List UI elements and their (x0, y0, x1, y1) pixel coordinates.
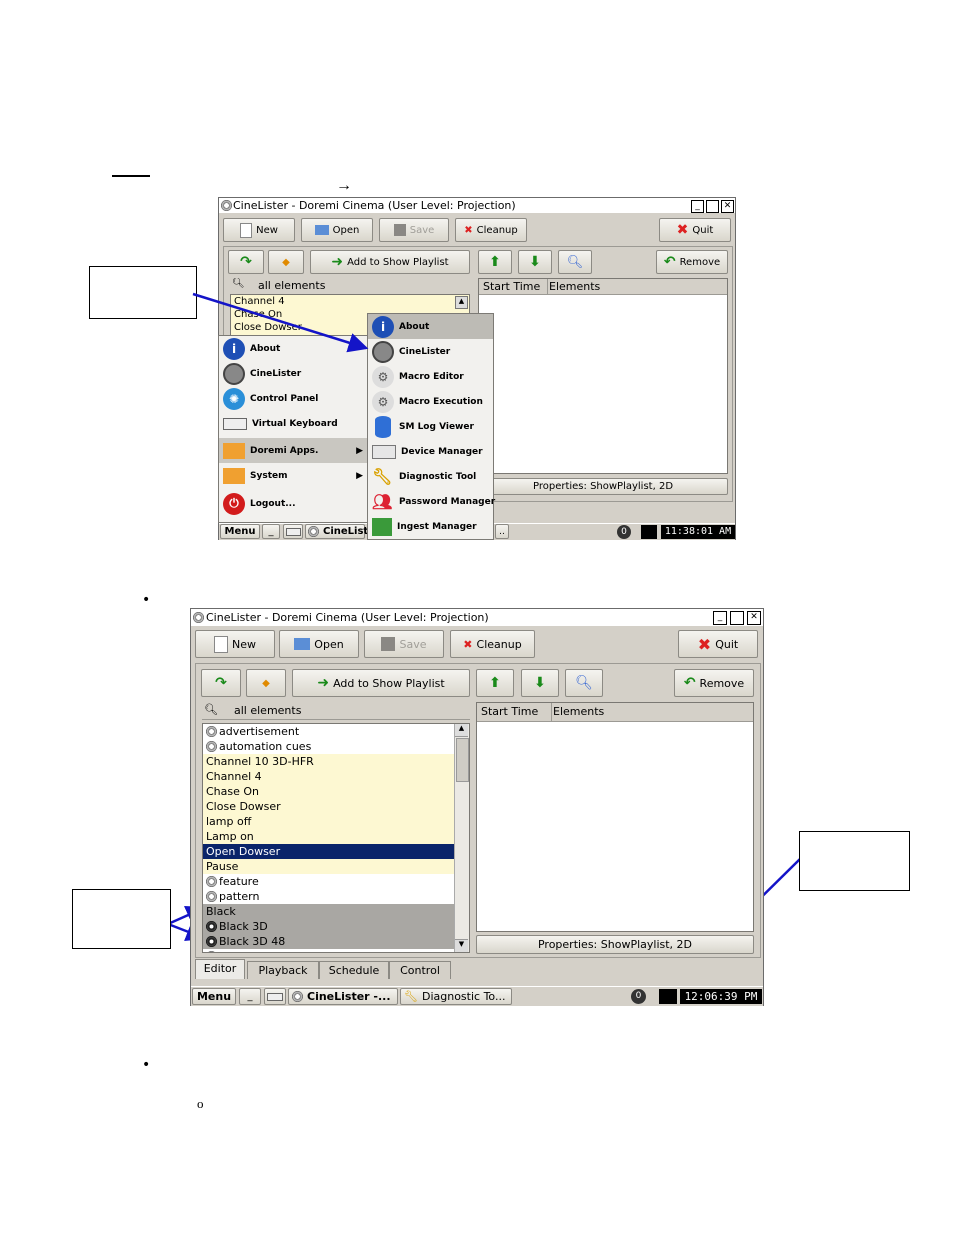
close-icon[interactable]: ✕ (747, 611, 761, 625)
list-item[interactable]: Channel 10 3D-HFR (203, 754, 455, 769)
quit-icon: ✖ (697, 634, 712, 654)
remove-icon: ↶ (683, 675, 696, 691)
cleanup-icon: ✖ (463, 637, 473, 651)
move-up-button[interactable]: ⬆ (476, 669, 514, 697)
quit-button[interactable]: ✖ Quit (678, 630, 758, 658)
wrench-icon: 🔧︎ (404, 990, 418, 1003)
list-item[interactable]: Lamp on (203, 829, 455, 844)
list-item[interactable]: pattern (203, 889, 455, 904)
delete-element-icon: ◆ (262, 677, 270, 689)
new-button[interactable]: New (195, 630, 275, 658)
reel-icon (206, 921, 217, 932)
tab-editor[interactable]: Editor (195, 959, 245, 979)
window-titlebar: CineLister - Doremi Cinema (User Level: … (191, 609, 763, 626)
taskbar: Menu _ CineLister -... 🔧︎ Diagnostic To..… (191, 986, 763, 1006)
add-to-show-playlist-button[interactable]: ➜ Add to Show Playlist (292, 669, 470, 697)
list-item[interactable]: Black (203, 904, 455, 919)
tray-block (659, 989, 677, 1004)
elements-list-rows: advertisement automation cues Channel 10 3… (203, 724, 455, 952)
maximize-icon[interactable] (730, 611, 744, 625)
list-item[interactable]: advertisement (203, 724, 455, 739)
remove-button[interactable]: ↶ Remove (674, 669, 754, 697)
properties-button[interactable]: Properties: ShowPlaylist, 2D (476, 935, 754, 954)
taskbar-diagnostic-tool[interactable]: 🔧︎ Diagnostic To... (400, 988, 512, 1005)
list-item[interactable]: feature (203, 874, 455, 889)
window-title: CineLister - Doremi Cinema (User Level: … (206, 611, 489, 624)
keyboard-button[interactable] (264, 988, 286, 1005)
arrow-up-icon: ⬆ (489, 675, 501, 691)
folder-icon (294, 638, 311, 650)
list-item[interactable]: Black 3D 48 (203, 934, 455, 949)
bullet-1: • (142, 592, 151, 608)
keyboard-icon (267, 992, 283, 1001)
search-filter[interactable]: 🔍︎ all elements (202, 702, 470, 720)
list-item[interactable]: test (203, 949, 455, 952)
magnifier-icon: 🔍︎ (575, 675, 593, 691)
move-down-button[interactable]: ⬇ (521, 669, 559, 697)
column-header-start-time[interactable]: Start Time (477, 703, 552, 721)
delete-element-button[interactable]: ◆ (246, 669, 286, 697)
column-header-elements[interactable]: Elements (549, 703, 753, 721)
reel-icon (206, 741, 217, 752)
scrollbar-up-icon[interactable]: ▲ (455, 724, 468, 737)
list-item[interactable]: lamp off (203, 814, 455, 829)
callout-box-3 (72, 889, 171, 949)
cleanup-button[interactable]: ✖ Cleanup (450, 630, 535, 658)
list-item[interactable]: Chase On (203, 784, 455, 799)
notification-badge[interactable]: 0 (631, 989, 646, 1004)
refresh-button[interactable]: ↷ (201, 669, 241, 697)
list-item[interactable]: automation cues (203, 739, 455, 754)
list-item[interactable]: Black 3D (203, 919, 455, 934)
open-button[interactable]: Open (279, 630, 359, 658)
tab-schedule[interactable]: Schedule (319, 961, 389, 979)
tab-control[interactable]: Control (389, 961, 451, 979)
list-item[interactable]: Close Dowser (203, 799, 455, 814)
reel-icon (206, 951, 217, 952)
cinelister-icon (292, 991, 303, 1002)
list-item[interactable]: Open Dowser (203, 844, 455, 859)
bullet-2: • (142, 1057, 151, 1073)
new-file-icon (214, 635, 228, 653)
screenshot-2-window: CineLister - Doremi Cinema (User Level: … (190, 608, 764, 1006)
callout-box-2 (799, 831, 910, 891)
callout-arrow-1 (192, 292, 369, 353)
editor-panel: ↷ ◆ ➜ Add to Show Playlist ⬆ ⬇ 🔍︎ ↶ Remove… (195, 663, 761, 958)
refresh-icon: ↷ (215, 675, 227, 691)
search-button[interactable]: 🔍︎ (565, 669, 603, 697)
scrollbar-thumb[interactable] (456, 738, 469, 782)
minimize-all-button[interactable]: _ (239, 988, 261, 1005)
list-item[interactable]: Pause (203, 859, 455, 874)
reel-icon (206, 726, 217, 737)
taskbar-cinelister[interactable]: CineLister -... (288, 988, 398, 1005)
minimize-icon[interactable]: _ (713, 611, 727, 625)
sub-bullet: o (197, 1096, 204, 1111)
save-button[interactable]: Save (364, 630, 444, 658)
reel-icon (206, 936, 217, 947)
reel-icon (206, 891, 217, 902)
clock: 12:06:39 PM (680, 989, 762, 1004)
arrow-down-icon: ⬇ (534, 675, 546, 691)
reel-icon (206, 876, 217, 887)
arrow-right-icon: ➜ (317, 675, 330, 691)
app-icon (193, 612, 204, 623)
start-menu-button[interactable]: Menu (192, 988, 236, 1005)
elements-list[interactable]: advertisement automation cues Channel 10 3… (202, 723, 470, 953)
list-item[interactable]: Channel 4 (203, 769, 455, 784)
disk-icon (381, 637, 396, 651)
search-icon: 🔍︎ (204, 703, 218, 716)
tab-playback[interactable]: Playback (247, 961, 319, 979)
list-scrollbar[interactable]: ▲ ▼ (454, 724, 469, 952)
playlist-table[interactable]: Start Time Elements (476, 702, 754, 932)
scrollbar-down-icon[interactable]: ▼ (455, 939, 468, 952)
